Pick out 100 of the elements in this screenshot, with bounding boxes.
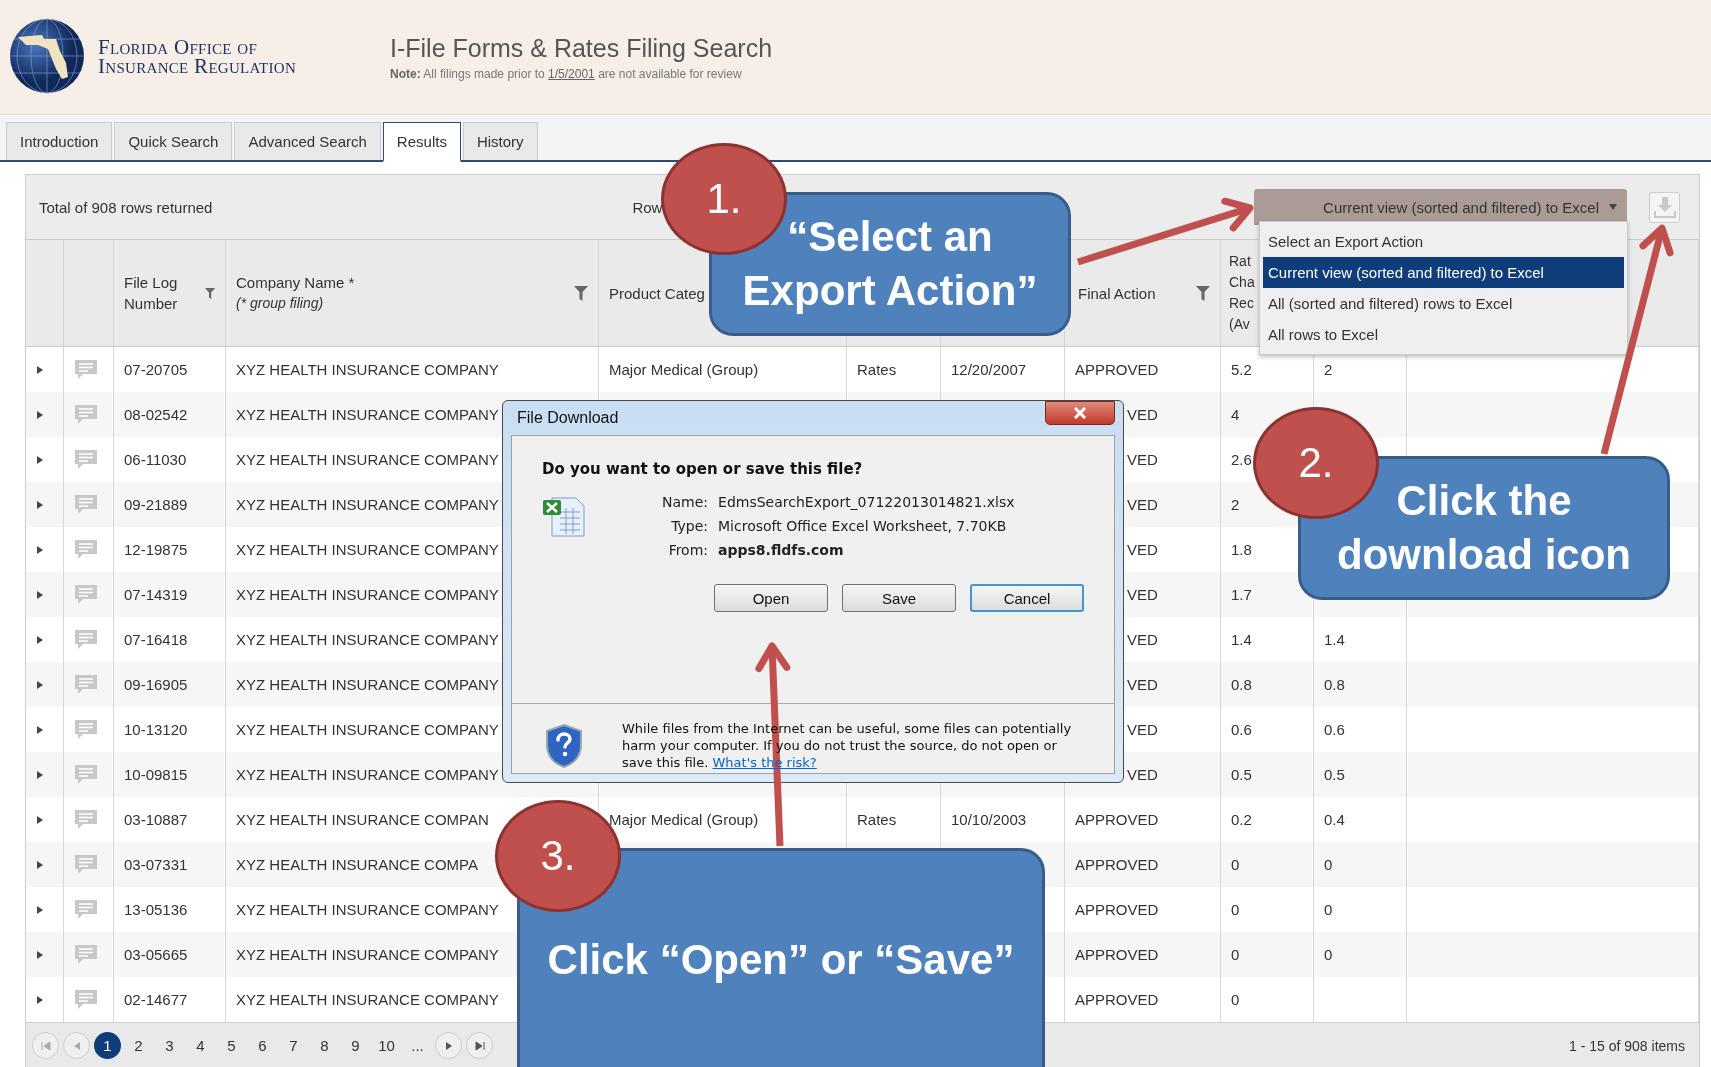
menu-item[interactable]: Select an Export Action — [1263, 226, 1624, 257]
table-cell: XYZ HEALTH INSURANCE COMPANY — [236, 676, 499, 693]
page-button[interactable]: 5 — [218, 1032, 245, 1059]
table-cell: 02-14677 — [124, 991, 188, 1008]
table-cell: 12/20/2007 — [951, 361, 1027, 378]
page-button[interactable]: 7 — [280, 1032, 307, 1059]
close-button[interactable] — [1045, 401, 1115, 425]
table-cell: 07-16418 — [124, 631, 188, 648]
table-cell: VED — [1127, 586, 1158, 603]
next-page-icon — [444, 1040, 453, 1051]
first-page-icon — [40, 1040, 51, 1051]
table-cell: 13-05136 — [124, 901, 188, 918]
page-button[interactable]: 2 — [125, 1032, 152, 1059]
table-cell: 0 — [1231, 946, 1240, 963]
globe-logo-icon — [8, 17, 86, 97]
date-link[interactable]: 1/5/2001 — [548, 66, 595, 81]
expand-icon[interactable] — [36, 769, 44, 780]
page-button[interactable]: ... — [404, 1032, 431, 1059]
field-value: Microsoft Office Excel Worksheet, 7.70KB — [718, 518, 1008, 534]
dialog-button[interactable]: Cancel — [970, 584, 1084, 612]
column-header[interactable]: Final Action — [1078, 282, 1156, 304]
table-cell: 4 — [1231, 406, 1240, 423]
tab[interactable]: Introduction — [6, 122, 113, 160]
tab[interactable]: Results — [382, 122, 461, 162]
table-cell: 0 — [1231, 991, 1240, 1008]
table-cell: 0 — [1324, 901, 1333, 918]
page-button[interactable]: 4 — [187, 1032, 214, 1059]
column-header: (Av — [1229, 315, 1251, 334]
table-cell: 03-05665 — [124, 946, 188, 963]
table-cell: 0.8 — [1231, 676, 1252, 693]
expand-icon[interactable] — [36, 544, 44, 555]
tab[interactable]: Advanced Search — [234, 122, 381, 160]
table-cell: 1.4 — [1324, 631, 1345, 648]
table-cell: APPROVED — [1075, 856, 1159, 873]
table-cell: VED — [1127, 631, 1158, 648]
expand-icon[interactable] — [36, 814, 44, 825]
table-cell: VED — [1127, 721, 1158, 738]
row-count-text: Total of 908 rows returned — [39, 198, 213, 216]
shield-question-icon — [544, 722, 584, 769]
table-cell: 07-20705 — [124, 361, 188, 378]
menu-item[interactable]: All (sorted and filtered) rows to Excel — [1263, 288, 1624, 319]
next-page-button[interactable] — [435, 1032, 462, 1059]
filter-icon[interactable] — [204, 285, 215, 301]
filter-icon[interactable] — [1196, 285, 1210, 301]
expand-icon[interactable] — [36, 679, 44, 690]
menu-item[interactable]: Current view (sorted and filtered) to Excel — [1263, 257, 1624, 288]
expand-icon[interactable] — [36, 859, 44, 870]
tab[interactable]: History — [462, 122, 538, 160]
expand-icon[interactable] — [36, 634, 44, 645]
expand-icon[interactable] — [36, 994, 44, 1005]
table-cell: Major Medical (Group) — [609, 361, 759, 378]
column-header[interactable]: File Log Number — [124, 272, 205, 314]
menu-item[interactable]: All rows to Excel — [1263, 319, 1624, 350]
expand-icon[interactable] — [36, 949, 44, 960]
tab[interactable]: Quick Search — [114, 122, 233, 160]
table-cell: VED — [1127, 676, 1158, 693]
table-cell: APPROVED — [1075, 361, 1159, 378]
expand-icon[interactable] — [36, 454, 44, 465]
page-button[interactable]: 9 — [342, 1032, 369, 1059]
table-cell: XYZ HEALTH INSURANCE COMPANY — [236, 541, 499, 558]
table-cell: 2 — [1231, 496, 1240, 513]
dialog-title: File Download — [516, 409, 619, 427]
page-button[interactable]: 8 — [311, 1032, 338, 1059]
table-cell: XYZ HEALTH INSURANCE COMPANY — [236, 901, 499, 918]
table-cell: VED — [1127, 541, 1158, 558]
expand-icon[interactable] — [36, 409, 44, 420]
expand-icon[interactable] — [36, 589, 44, 600]
table-cell: 12-19875 — [124, 541, 188, 558]
table-cell: XYZ HEALTH INSURANCE COMPA — [236, 856, 478, 873]
expand-icon[interactable] — [36, 364, 44, 375]
page-button[interactable]: 1 — [94, 1032, 121, 1059]
dialog-button[interactable]: Open — [714, 584, 828, 612]
table-cell: 10-09815 — [124, 766, 188, 783]
table-cell: 06-11030 — [124, 451, 187, 468]
caret-icon — [1609, 204, 1617, 210]
table-cell: 0.2 — [1231, 811, 1252, 828]
table-cell: VED — [1127, 766, 1158, 783]
table-cell: 2 — [1324, 361, 1333, 378]
table-cell: 5.2 — [1231, 361, 1252, 378]
dialog-button[interactable]: Save — [842, 584, 956, 612]
column-header[interactable]: Product Categ — [609, 282, 705, 304]
last-page-button[interactable] — [466, 1032, 493, 1059]
previous-page-icon — [72, 1040, 81, 1051]
page-button[interactable]: 3 — [156, 1032, 183, 1059]
table-cell: 07-14319 — [124, 586, 188, 603]
table-cell: XYZ HEALTH INSURANCE COMPANY — [236, 586, 499, 603]
table-cell: XYZ HEALTH INSURANCE COMPANY — [236, 946, 499, 963]
expand-icon[interactable] — [36, 904, 44, 915]
logo-text: Florida Office of — [98, 38, 259, 57]
filter-icon[interactable] — [574, 285, 588, 301]
table-cell: 0.5 — [1231, 766, 1252, 783]
table-cell: 0.6 — [1231, 721, 1252, 738]
page-button[interactable]: 6 — [249, 1032, 276, 1059]
page-button[interactable]: 10 — [373, 1032, 400, 1059]
expand-icon[interactable] — [36, 724, 44, 735]
column-header[interactable]: Company Name * — [236, 272, 355, 293]
table-cell: XYZ HEALTH INSURANCE COMPANY — [236, 631, 499, 648]
expand-icon[interactable] — [36, 499, 44, 510]
dialog-question: Do you want to open or save this file? — [542, 460, 864, 478]
column-header: Rat — [1229, 252, 1252, 271]
